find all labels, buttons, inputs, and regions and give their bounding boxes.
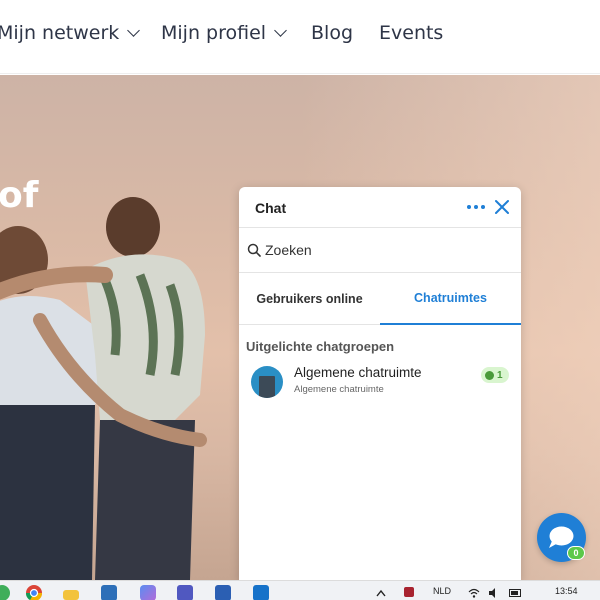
unread-count-badge: 0 xyxy=(567,546,585,560)
language-indicator[interactable]: NLD xyxy=(433,586,451,596)
hero-title: of xyxy=(0,175,39,216)
nav-item-blog[interactable]: Blog xyxy=(311,22,353,44)
tab-gebruikers-online[interactable]: Gebruikers online xyxy=(239,273,380,325)
people-silhouette-image xyxy=(0,197,207,580)
volume-icon[interactable] xyxy=(488,588,500,598)
room-avatar xyxy=(251,366,283,398)
room-name: Algemene chatruimte xyxy=(294,365,422,380)
list-item-chatroom[interactable]: Algemene chatruimte Algemene chatruimte … xyxy=(239,361,521,401)
online-count: 1 xyxy=(497,369,503,381)
search-icon xyxy=(247,243,261,257)
door-icon xyxy=(259,376,275,398)
more-options-button[interactable] xyxy=(467,199,485,215)
top-navigation: Mijn netwerk Mijn profiel Blog Events xyxy=(0,0,600,74)
chat-title: Chat xyxy=(255,200,287,216)
wifi-icon[interactable] xyxy=(468,588,480,598)
chevron-down-icon xyxy=(274,23,287,37)
file-explorer-icon[interactable] xyxy=(63,590,79,600)
taskbar: NLD 13:54 xyxy=(0,580,600,600)
chat-tabs: Gebruikers online Chatruimtes xyxy=(239,273,521,325)
dot-icon xyxy=(474,205,478,209)
dot-icon xyxy=(481,205,485,209)
nav-item-label: Mijn profiel xyxy=(161,22,267,44)
search-input[interactable] xyxy=(265,240,505,260)
dot-icon xyxy=(467,205,471,209)
nav-item-label: Blog xyxy=(311,22,353,44)
nav-item-events[interactable]: Events xyxy=(379,22,443,44)
tab-chatruimtes[interactable]: Chatruimtes xyxy=(380,273,521,325)
clock-time[interactable]: 13:54 xyxy=(555,586,578,596)
chat-panel: Chat Gebruikers online Chatruimtes xyxy=(239,187,521,582)
store-icon[interactable] xyxy=(101,585,117,600)
person-icon xyxy=(485,370,494,380)
nav-item-label: Mijn netwerk xyxy=(0,22,120,44)
battery-icon[interactable] xyxy=(509,589,523,597)
room-subtitle: Algemene chatruimte xyxy=(294,384,384,395)
online-count-badge: 1 xyxy=(481,367,509,383)
chevron-up-icon[interactable] xyxy=(376,589,386,597)
copilot-icon[interactable] xyxy=(140,585,156,600)
close-button[interactable] xyxy=(494,199,510,215)
word-icon[interactable] xyxy=(215,585,231,600)
page: Mijn netwerk Mijn profiel Blog Events of… xyxy=(0,0,600,600)
nav-item-mijn-netwerk[interactable]: Mijn netwerk xyxy=(0,22,141,44)
close-icon xyxy=(495,200,509,214)
chat-search xyxy=(239,228,521,273)
chevron-down-icon xyxy=(127,23,141,37)
chrome-icon[interactable] xyxy=(25,585,43,600)
teams-icon[interactable] xyxy=(177,585,193,600)
chat-header: Chat xyxy=(239,187,521,228)
chrome-icon-graphic xyxy=(25,585,43,600)
tray-app-icon[interactable] xyxy=(404,587,414,597)
outlook-icon[interactable] xyxy=(253,585,269,600)
section-title: Uitgelichte chatgroepen xyxy=(246,339,395,354)
app-green-icon[interactable] xyxy=(0,585,10,600)
nav-item-mijn-profiel[interactable]: Mijn profiel xyxy=(161,22,287,44)
nav-item-label: Events xyxy=(379,22,444,44)
